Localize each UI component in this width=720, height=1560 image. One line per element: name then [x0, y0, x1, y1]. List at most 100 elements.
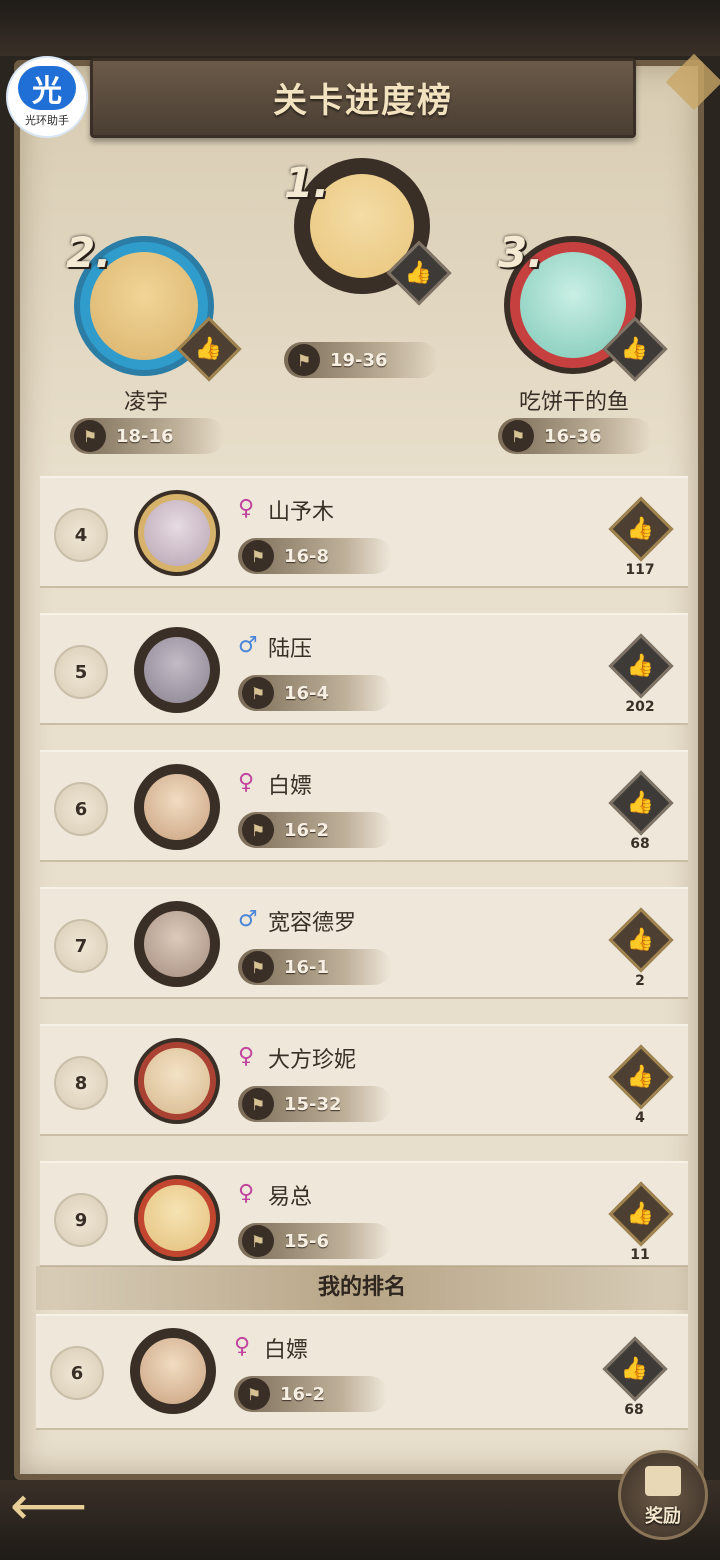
reward-button[interactable]: 奖励 [618, 1450, 708, 1540]
stage-tag: ⚑ 15-6 [238, 1223, 392, 1259]
app-name: 光环助手 [25, 114, 69, 127]
title-banner: 关卡进度榜 [90, 58, 636, 138]
my-rank-row[interactable]: 6 ♀ 白嫖 ⚑ 16-2 👍 68 [36, 1314, 688, 1430]
like-count: 202 [625, 699, 655, 715]
leaderboard-row-6[interactable]: 6 ♀ 白嫖 ⚑ 16-2 👍 68 [40, 750, 688, 862]
like-count: 68 [630, 836, 650, 852]
page-title: 关卡进度榜 [273, 81, 453, 121]
avatar[interactable] [134, 764, 220, 850]
rank-badge: 9 [54, 1193, 108, 1247]
stage-tag: ⚑ 16-2 [238, 812, 392, 848]
female-icon: ♀ [238, 1044, 255, 1069]
flag-icon: ⚑ [242, 540, 274, 572]
avatar-face [144, 911, 210, 977]
stage-value: 16-8 [284, 545, 330, 567]
like-count: 11 [630, 1247, 650, 1263]
leaderboard-row-9[interactable]: 9 ♀ 易总 ⚑ 15-6 👍 11 [40, 1161, 688, 1267]
male-icon: ♂ [238, 907, 258, 932]
reward-label: 奖励 [645, 1506, 681, 1527]
leaderboard-row-5[interactable]: 5 ♂ 陆压 ⚑ 16-4 👍 202 [40, 613, 688, 725]
avatar[interactable] [134, 1175, 220, 1261]
player-name: 易总 [268, 1185, 313, 1210]
female-icon: ♀ [234, 1334, 251, 1359]
avatar-face [144, 637, 210, 703]
back-arrow-icon[interactable]: ⟵ [10, 1478, 110, 1534]
flag-icon: ⚑ [242, 677, 274, 709]
player-name: 吃饼干的鱼 [518, 390, 629, 415]
stage-value: 16-4 [284, 682, 330, 704]
leaderboard-row-7[interactable]: 7 ♂ 宽容德罗 ⚑ 16-1 👍 2 [40, 887, 688, 999]
thumbs-up-icon[interactable]: 👍 [602, 1336, 668, 1402]
avatar[interactable] [134, 490, 220, 576]
stage-value: 19-36 [330, 349, 388, 371]
thumbs-up-icon[interactable]: 👍 [608, 496, 674, 562]
rank-badge: 6 [54, 782, 108, 836]
stage-tag: ⚑ 16-4 [238, 675, 392, 711]
player-name: 凌宇 [123, 390, 168, 415]
thumbs-up-icon[interactable]: 👍 [608, 907, 674, 973]
like-count: 117 [625, 562, 655, 578]
stage-tag: ⚑ 15-32 [238, 1086, 392, 1122]
rank-badge: 6 [50, 1346, 104, 1400]
app-badge[interactable]: 光 光环助手 [6, 56, 88, 138]
player-name: 白嫖 [264, 1338, 309, 1363]
stage-tag: ⚑ 16-2 [234, 1376, 388, 1412]
avatar-face [144, 1185, 210, 1251]
app-logo-icon: 光 [18, 66, 76, 110]
flag-icon: ⚑ [242, 814, 274, 846]
top-wood-frame [0, 0, 720, 56]
player-name: 宽容德罗 [268, 911, 357, 936]
female-icon: ♀ [238, 770, 255, 795]
stage-value: 16-1 [284, 956, 330, 978]
stage-value: 16-2 [280, 1383, 326, 1405]
podium-rank-1[interactable]: 1. 👍 ⚑ 19-36 [282, 158, 452, 378]
thumbs-up-icon[interactable]: 👍 [608, 633, 674, 699]
avatar-face [144, 774, 210, 840]
rank-number: 3. [498, 228, 544, 277]
player-name: 大方珍妮 [268, 1048, 357, 1073]
rank-badge: 7 [54, 919, 108, 973]
leaderboard-row-4[interactable]: 4 ♀ 山予木 ⚑ 16-8 👍 117 [40, 476, 688, 588]
stage-value: 15-32 [284, 1093, 342, 1115]
male-icon: ♂ [238, 633, 258, 658]
flag-icon: ⚑ [242, 1088, 274, 1120]
thumbs-up-icon[interactable]: 👍 [608, 770, 674, 836]
flag-icon: ⚑ [238, 1378, 270, 1410]
avatar[interactable] [130, 1328, 216, 1414]
thumbs-up-icon[interactable]: 👍 [608, 1044, 674, 1110]
stage-value: 16-36 [544, 425, 602, 447]
player-name: 山予木 [268, 500, 335, 525]
stage-tag: ⚑ 16-1 [238, 949, 392, 985]
rank-number: 2. [66, 228, 112, 277]
stage-value: 15-6 [284, 1230, 330, 1252]
player-name: 陆压 [268, 637, 313, 662]
like-count: 2 [635, 973, 645, 989]
rank-badge: 4 [54, 508, 108, 562]
my-rank-header: 我的排名 [36, 1266, 688, 1310]
avatar-face [140, 1338, 206, 1404]
like-count: 4 [635, 1110, 645, 1126]
thumbs-up-icon[interactable]: 👍 [608, 1181, 674, 1247]
rank-number: 1. [284, 158, 330, 207]
stage-tag: ⚑ 18-16 [70, 418, 224, 454]
flag-icon: ⚑ [288, 344, 320, 376]
stage-tag: ⚑ 16-36 [498, 418, 652, 454]
stage-tag: ⚑ 19-36 [284, 342, 438, 378]
map-icon [645, 1466, 681, 1496]
like-count: 68 [624, 1402, 644, 1418]
avatar[interactable] [134, 901, 220, 987]
rank-badge: 8 [54, 1056, 108, 1110]
avatar[interactable] [134, 1038, 220, 1124]
female-icon: ♀ [238, 1181, 255, 1206]
flag-icon: ⚑ [242, 1225, 274, 1257]
stage-value: 16-2 [284, 819, 330, 841]
player-name: 白嫖 [268, 774, 313, 799]
flag-icon: ⚑ [502, 420, 534, 452]
stage-value: 18-16 [116, 425, 174, 447]
leaderboard-row-8[interactable]: 8 ♀ 大方珍妮 ⚑ 15-32 👍 4 [40, 1024, 688, 1136]
female-icon: ♀ [238, 496, 255, 521]
avatar[interactable] [134, 627, 220, 713]
stage-tag: ⚑ 16-8 [238, 538, 392, 574]
rank-badge: 5 [54, 645, 108, 699]
flag-icon: ⚑ [242, 951, 274, 983]
